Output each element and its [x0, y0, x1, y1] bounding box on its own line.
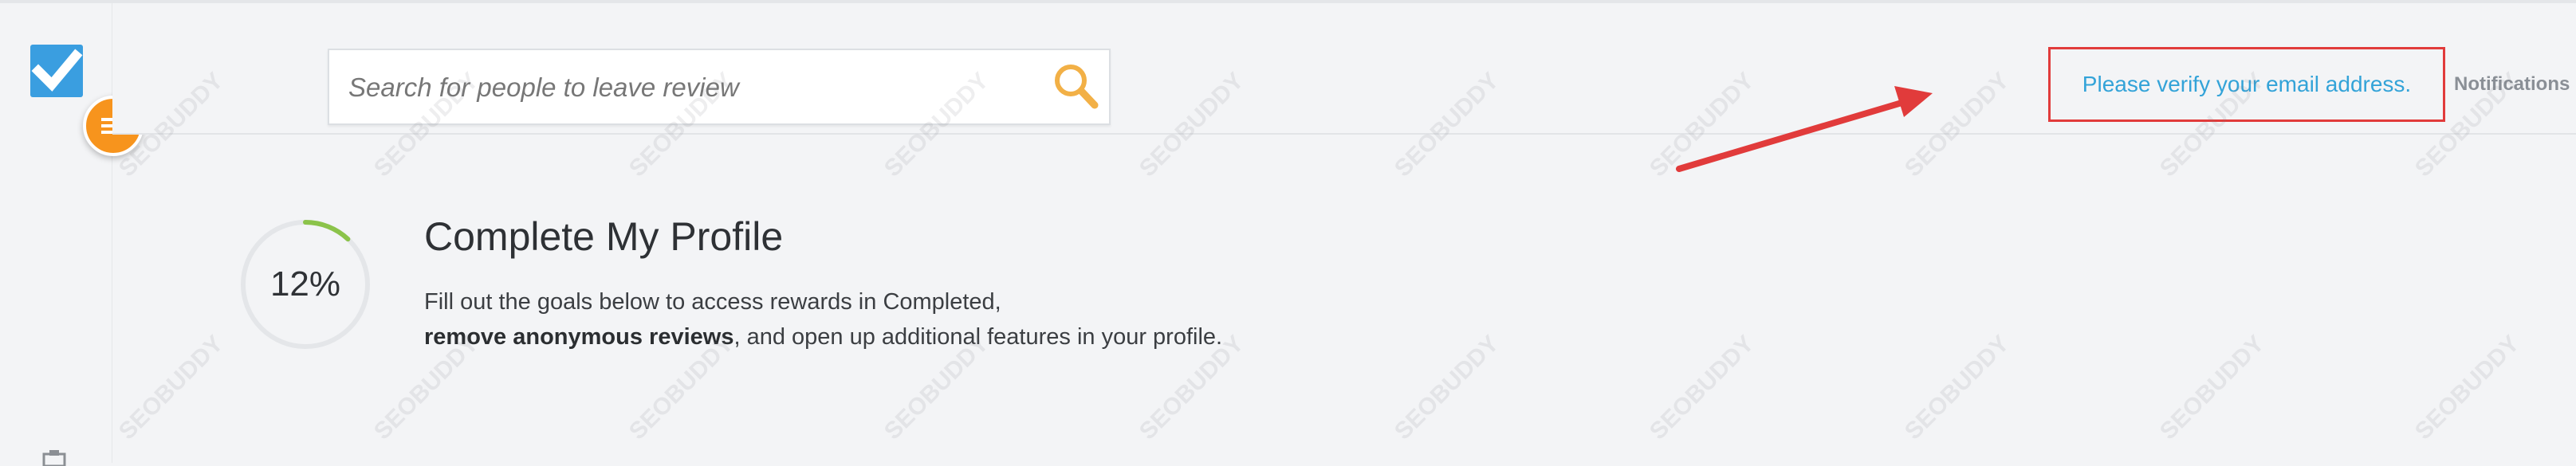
checkmark-icon — [31, 49, 83, 92]
watermark-text: SEOBUDDY — [1389, 330, 1504, 445]
profile-description: Fill out the goals below to access rewar… — [424, 284, 1222, 354]
page-title: Complete My Profile — [424, 214, 784, 259]
verify-email-link[interactable]: Please verify your email address. — [2082, 72, 2411, 97]
watermark-text: SEOBUDDY — [1644, 330, 1760, 445]
watermark-text: SEOBUDDY — [1899, 330, 2015, 445]
verify-email-highlight: Please verify your email address. — [2048, 47, 2445, 122]
search-bar — [328, 49, 1111, 125]
description-rest: , and open up additional features in you… — [733, 324, 1223, 350]
clipboard-icon[interactable] — [41, 449, 67, 466]
progress-percent: 12% — [269, 264, 341, 303]
app-logo[interactable] — [30, 45, 83, 97]
profile-progress-ring: 12% — [238, 217, 373, 352]
top-header: Please verify your email address. Notifi… — [112, 3, 2576, 135]
search-input[interactable] — [347, 65, 1020, 111]
watermark-text: SEOBUDDY — [113, 330, 229, 445]
search-icon[interactable] — [1052, 61, 1099, 111]
sidebar-rail — [0, 3, 112, 466]
watermark-text: SEOBUDDY — [2154, 330, 2270, 445]
notifications-label[interactable]: Notifications — [2454, 73, 2570, 96]
description-bold: remove anonymous reviews — [424, 324, 734, 350]
watermark-text: SEOBUDDY — [2409, 330, 2525, 445]
description-line-1: Fill out the goals below to access rewar… — [424, 289, 1001, 315]
